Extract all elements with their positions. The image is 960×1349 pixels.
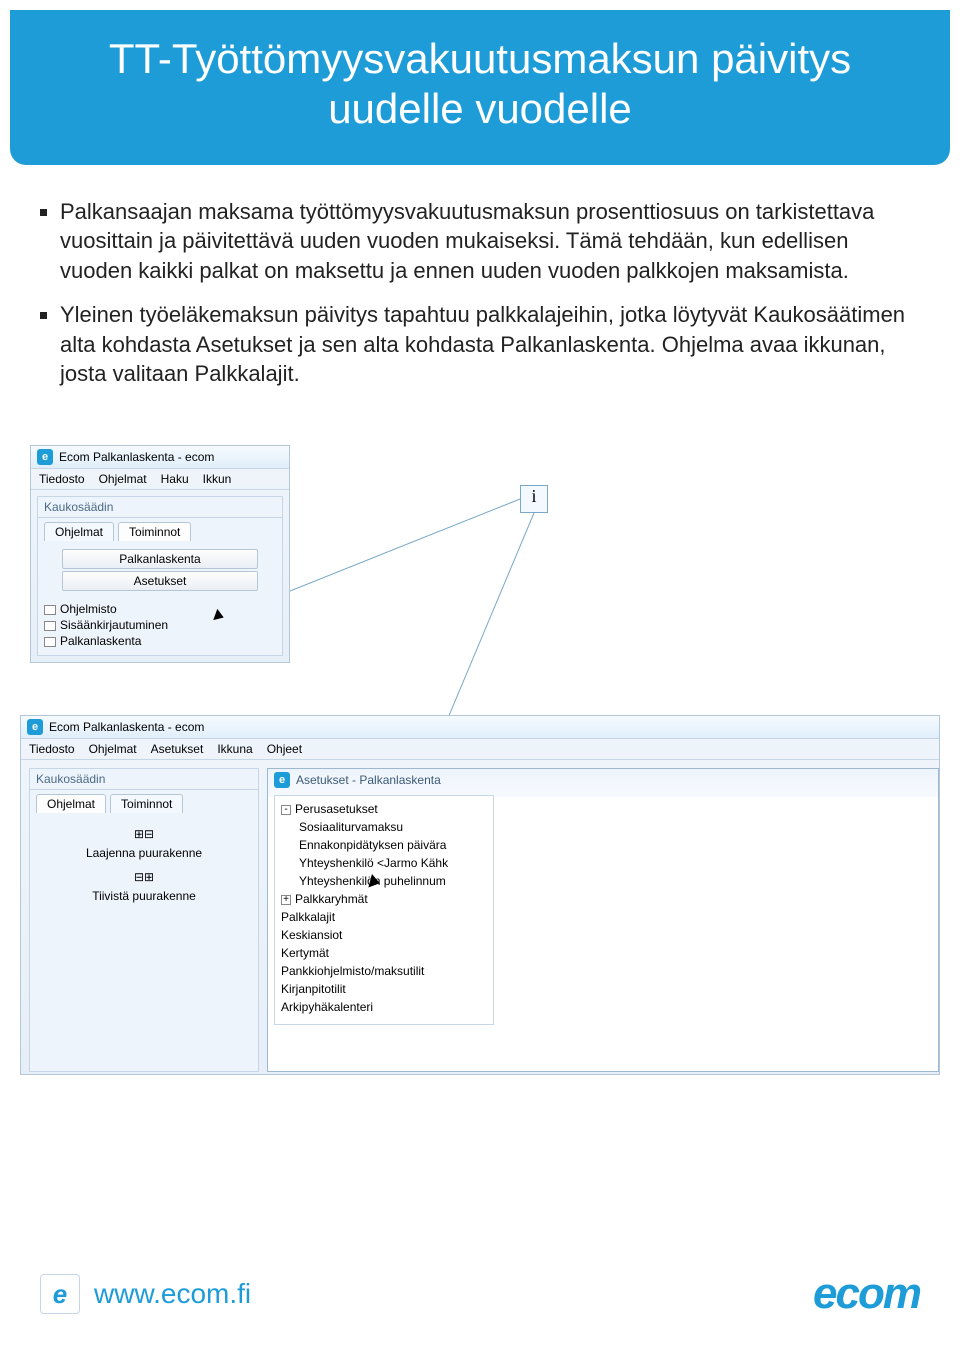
tree-node[interactable]: +Palkkaryhmät — [281, 890, 487, 908]
menu-item[interactable]: Asetukset — [151, 742, 204, 756]
tree-node[interactable]: Ennakonpidätyksen päivära — [281, 836, 487, 854]
menu-item[interactable]: Tiedosto — [39, 472, 85, 486]
footer: e www.ecom.fi ecom — [0, 1259, 960, 1329]
menu-item[interactable]: Ohjelmat — [99, 472, 147, 486]
expand-icon[interactable]: + — [281, 895, 291, 905]
menu-item[interactable]: Ikkuna — [217, 742, 252, 756]
window-title: Ecom Palkanlaskenta - ecom — [59, 450, 214, 464]
page-title: TT-Työttömyysvakuutusmaksun päivitys uud… — [10, 10, 950, 165]
tree-node[interactable]: Yhteyshenkilö <Jarmo Kähk — [281, 854, 487, 872]
tree-collapse-icon: ⊟⊞ — [30, 870, 258, 885]
tab-ohjelmat[interactable]: Ohjelmat — [44, 522, 114, 541]
app-icon: e — [27, 719, 43, 735]
settings-window-title: Asetukset - Palkanlaskenta — [296, 773, 441, 787]
tab-toiminnot[interactable]: Toiminnot — [110, 794, 183, 813]
expand-tree-button[interactable]: ⊞⊟ Laajenna puurakenne — [30, 821, 258, 864]
callout-box: i — [520, 485, 548, 513]
app-icon: e — [37, 449, 53, 465]
bullet-list: Palkansaajan maksama työttömyysvakuutusm… — [0, 187, 960, 423]
tree-node[interactable]: Kirjanpitotilit — [281, 980, 487, 998]
menu-item[interactable]: Haku — [161, 472, 189, 486]
tree-item[interactable]: Ohjelmisto — [44, 601, 276, 617]
tree-node[interactable]: Pankkiohjelmisto/maksutilit — [281, 962, 487, 980]
collapse-tree-button[interactable]: ⊟⊞ Tiivistä puurakenne — [30, 864, 258, 907]
tree-node[interactable]: Kertymät — [281, 944, 487, 962]
panel-title: Kaukosäädin — [38, 497, 282, 518]
footer-url: www.ecom.fi — [94, 1278, 251, 1310]
menu-item[interactable]: Ohjeet — [267, 742, 302, 756]
screenshot-remote-panel: e Ecom Palkanlaskenta - ecom Tiedosto Oh… — [30, 445, 290, 663]
tree-node-root[interactable]: -Perusasetukset — [281, 800, 487, 818]
settings-window-titlebar: e Asetukset - Palkanlaskenta — [268, 769, 938, 791]
tree-node[interactable]: Yhteyshenkilön puhelinnum — [281, 872, 487, 890]
tree-node[interactable]: Palkkalajit — [281, 908, 487, 926]
collapse-icon[interactable]: - — [281, 805, 291, 815]
app-icon: e — [274, 772, 290, 788]
tree-node[interactable]: Keskiansiot — [281, 926, 487, 944]
tree-item[interactable]: Palkanlaskenta — [44, 633, 276, 649]
settings-tree: -Perusasetukset Sosiaaliturvamaksu Ennak… — [274, 795, 494, 1025]
menu-item[interactable]: Ikkun — [203, 472, 232, 486]
menubar: Tiedosto Ohjelmat Asetukset Ikkuna Ohjee… — [21, 739, 939, 760]
tree-node[interactable]: Arkipyhäkalenteri — [281, 998, 487, 1016]
screenshot-settings-window: e Ecom Palkanlaskenta - ecom Tiedosto Oh… — [20, 715, 940, 1075]
menu-item[interactable]: Ohjelmat — [89, 742, 137, 756]
ecom-logo-icon: e — [40, 1274, 80, 1314]
button-palkanlaskenta[interactable]: Palkanlaskenta — [62, 549, 258, 569]
menu-item[interactable]: Tiedosto — [29, 742, 75, 756]
tree-node[interactable]: Sosiaaliturvamaksu — [281, 818, 487, 836]
panel-title: Kaukosäädin — [30, 769, 258, 790]
bullet-item: Yleinen työeläkemaksun päivitys tapahtuu… — [60, 300, 920, 389]
window-title: Ecom Palkanlaskenta - ecom — [49, 720, 204, 734]
window-titlebar: e Ecom Palkanlaskenta - ecom — [21, 716, 939, 739]
tab-ohjelmat[interactable]: Ohjelmat — [36, 794, 106, 813]
tab-toiminnot[interactable]: Toiminnot — [118, 522, 191, 541]
tree-item[interactable]: Sisäänkirjautuminen — [44, 617, 276, 633]
menubar: Tiedosto Ohjelmat Haku Ikkun — [31, 469, 289, 490]
bullet-item: Palkansaajan maksama työttömyysvakuutusm… — [60, 197, 920, 286]
window-titlebar: e Ecom Palkanlaskenta - ecom — [31, 446, 289, 469]
button-asetukset[interactable]: Asetukset — [62, 571, 258, 591]
tree-expand-icon: ⊞⊟ — [30, 827, 258, 842]
tree-list: Ohjelmisto Sisäänkirjautuminen Palkanlas… — [38, 599, 282, 655]
ecom-logo-text: ecom — [813, 1269, 920, 1319]
